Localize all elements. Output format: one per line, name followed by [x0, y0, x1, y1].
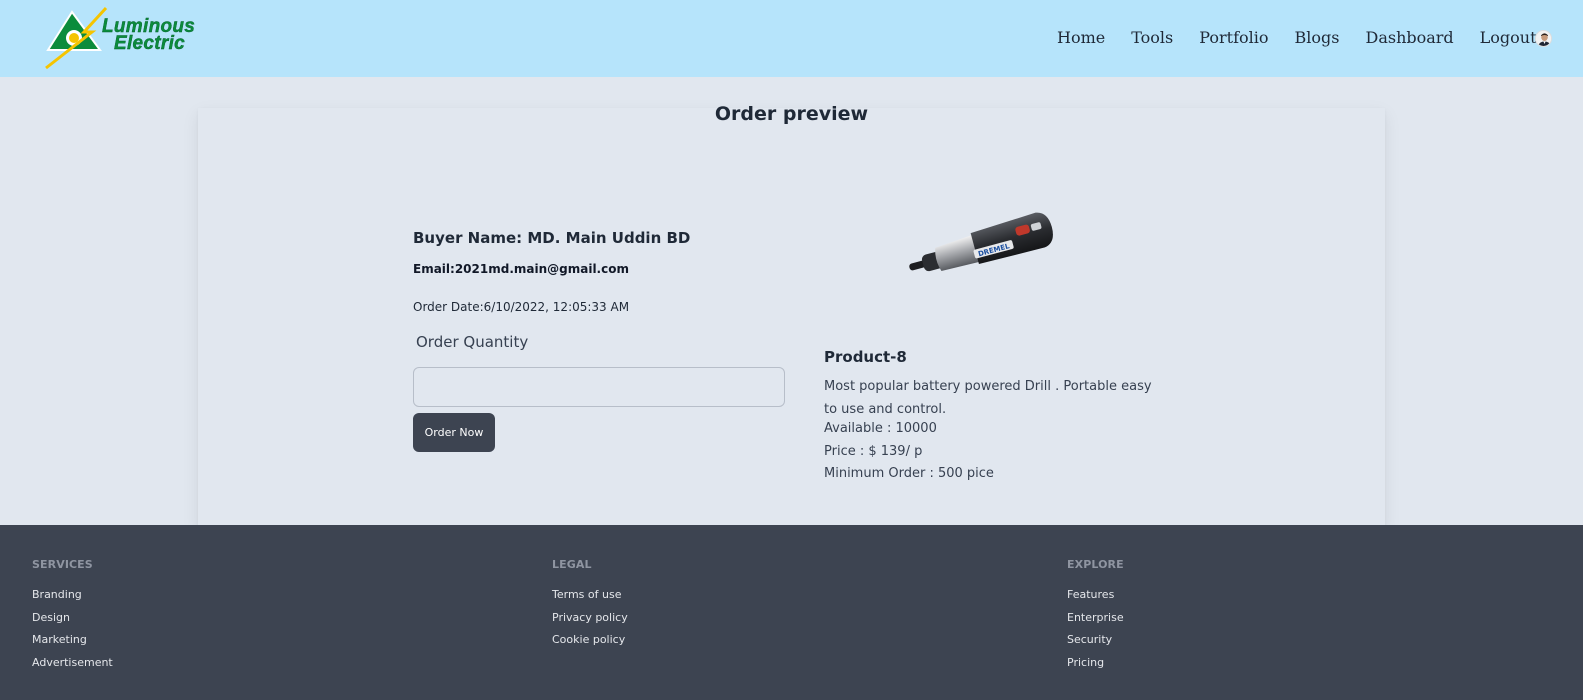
- footer-link-pricing[interactable]: Pricing: [1067, 652, 1124, 675]
- nav-blogs[interactable]: Blogs: [1295, 26, 1340, 50]
- footer-link-security[interactable]: Security: [1067, 629, 1124, 652]
- footer-link-cookie[interactable]: Cookie policy: [552, 629, 628, 652]
- footer-explore-title: EXPLORE: [1067, 558, 1124, 571]
- site-footer: SERVICES Branding Design Marketing Adver…: [0, 525, 1583, 700]
- footer-link-terms[interactable]: Terms of use: [552, 584, 628, 607]
- footer-legal: LEGAL Terms of use Privacy policy Cookie…: [552, 558, 628, 652]
- buyer-email: Email:2021md.main@gmail.com: [413, 262, 629, 276]
- product-name: Product-8: [824, 348, 907, 366]
- footer-link-branding[interactable]: Branding: [32, 584, 113, 607]
- order-now-button[interactable]: Order Now: [413, 413, 495, 452]
- nav-logout[interactable]: Logout: [1480, 26, 1537, 50]
- nav-tools[interactable]: Tools: [1131, 26, 1173, 50]
- top-navbar: Luminous Electric Home Tools Portfolio B…: [0, 0, 1583, 77]
- nav-dashboard[interactable]: Dashboard: [1365, 26, 1453, 50]
- footer-link-enterprise[interactable]: Enterprise: [1067, 607, 1124, 630]
- footer-services: SERVICES Branding Design Marketing Adver…: [32, 558, 113, 674]
- footer-legal-title: LEGAL: [552, 558, 592, 571]
- main-nav: Home Tools Portfolio Blogs Dashboard Log…: [1057, 26, 1563, 50]
- order-date: Order Date:6/10/2022, 12:05:33 AM: [413, 300, 630, 314]
- page-title: Order preview: [714, 103, 869, 125]
- buyer-name: Buyer Name: MD. Main Uddin BD: [413, 229, 691, 247]
- footer-link-features[interactable]: Features: [1067, 584, 1124, 607]
- brand-wordmark: Luminous Electric: [102, 17, 195, 54]
- product-image: DREMEL: [905, 206, 1055, 276]
- product-available: Available : 10000: [824, 421, 937, 436]
- product-price: Price : $ 139/ p: [824, 443, 923, 459]
- footer-explore: EXPLORE Features Enterprise Security Pri…: [1067, 558, 1124, 674]
- nav-portfolio[interactable]: Portfolio: [1199, 26, 1268, 50]
- order-quantity-label: Order Quantity: [416, 333, 529, 351]
- footer-link-privacy[interactable]: Privacy policy: [552, 607, 628, 630]
- drill-illustration: DREMEL: [909, 212, 1053, 272]
- order-preview-card: [198, 108, 1385, 528]
- footer-services-title: SERVICES: [32, 558, 93, 571]
- nav-home[interactable]: Home: [1057, 26, 1105, 50]
- footer-link-marketing[interactable]: Marketing: [32, 629, 113, 652]
- product-minimum-order: Minimum Order : 500 pice: [824, 466, 994, 481]
- footer-link-advertisement[interactable]: Advertisement: [32, 652, 113, 675]
- brand-name-line2: Electric: [114, 33, 186, 54]
- footer-link-design[interactable]: Design: [32, 607, 113, 630]
- user-avatar[interactable]: [1535, 30, 1552, 47]
- brand-logo[interactable]: Luminous Electric: [44, 6, 219, 70]
- product-description: Most popular battery powered Drill . Por…: [824, 379, 1152, 417]
- order-quantity-input[interactable]: [413, 367, 785, 407]
